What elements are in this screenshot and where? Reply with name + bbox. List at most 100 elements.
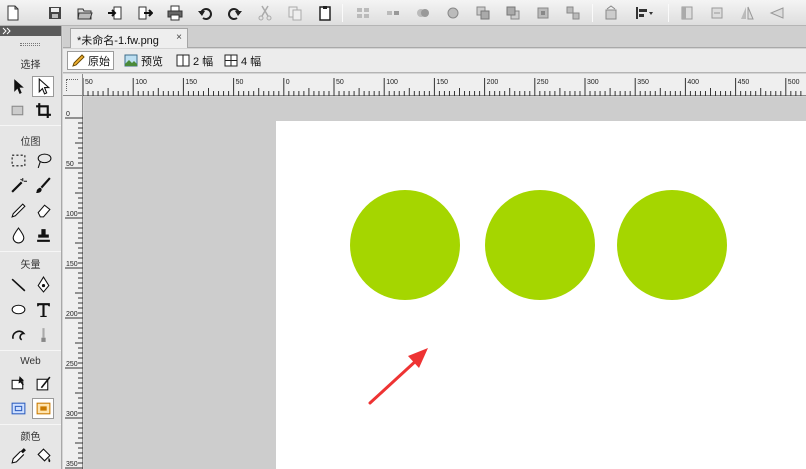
- ruler-label: 100: [66, 211, 78, 218]
- arrow-shaft: [368, 357, 420, 405]
- ruler-label: 250: [66, 361, 78, 368]
- flip-right-icon[interactable]: [676, 2, 698, 23]
- eraser-tool-icon[interactable]: [32, 200, 54, 221]
- vertical-ruler-ticks: 0 50 100 150 200 250 300 350: [65, 111, 83, 469]
- two-up-view-button[interactable]: 2 幅: [173, 51, 216, 70]
- document-tab[interactable]: *未命名-1.fw.png ×: [70, 28, 188, 48]
- ruler-label: 300: [587, 79, 599, 86]
- bring-forward-icon[interactable]: [472, 2, 494, 23]
- save-icon[interactable]: [44, 2, 66, 23]
- pen-tool-icon[interactable]: [32, 274, 54, 295]
- align-dropdown-icon[interactable]: [630, 2, 658, 23]
- ruler-label: 500: [788, 79, 800, 86]
- pasteboard[interactable]: [84, 97, 806, 469]
- cut-icon[interactable]: [254, 2, 276, 23]
- lasso-tool-icon[interactable]: [32, 150, 54, 171]
- crop-tool-icon[interactable]: [32, 100, 54, 121]
- ruler-label: 50: [236, 79, 244, 86]
- preview-view-label: 预览: [141, 55, 163, 68]
- freeform-tool-icon[interactable]: [7, 324, 29, 345]
- group-icon[interactable]: [352, 2, 374, 23]
- join-icon[interactable]: [412, 2, 434, 23]
- ungroup-icon[interactable]: [382, 2, 404, 23]
- paste-icon[interactable]: [314, 2, 336, 23]
- show-slices-icon[interactable]: [32, 398, 54, 419]
- section-web-label: Web: [20, 356, 41, 367]
- rubber-stamp-tool-icon[interactable]: [32, 225, 54, 246]
- undo-icon[interactable]: [194, 2, 216, 23]
- eyedropper-tool-icon[interactable]: [7, 445, 29, 466]
- tools-panel: 选择 位图 矢量 Web 颜色: [0, 26, 62, 469]
- red-arrow-annotation: [368, 348, 428, 405]
- panel-grip[interactable]: [20, 43, 40, 46]
- vertical-ruler[interactable]: 0 50 100 150 200 250 300 350: [63, 96, 83, 469]
- preview-image-icon: [124, 54, 138, 67]
- magic-wand-tool-icon[interactable]: [7, 175, 29, 196]
- flip-horizontal-icon[interactable]: [706, 2, 728, 23]
- tools-panel-header[interactable]: [0, 26, 61, 36]
- collapse-icon[interactable]: [2, 26, 12, 36]
- rectangle-tool-icon[interactable]: [7, 299, 29, 320]
- ruler-label: 350: [66, 461, 78, 468]
- close-icon[interactable]: ×: [176, 32, 182, 43]
- horizontal-ruler[interactable]: 50 100 150 50 0 50 100 150 200 250 300 350 400 450 500: [63, 74, 806, 96]
- preview-view-button[interactable]: 预览: [121, 51, 166, 70]
- ruler-label: 200: [66, 311, 78, 318]
- pointer-tool-icon[interactable]: [7, 76, 29, 97]
- pencil-icon: [72, 54, 85, 67]
- ruler-label: 50: [66, 161, 74, 168]
- rotate-icon[interactable]: [562, 2, 584, 23]
- redo-icon[interactable]: [224, 2, 246, 23]
- paint-bucket-tool-icon[interactable]: [32, 445, 54, 466]
- ruler-label: 150: [185, 79, 197, 86]
- ruler-origin[interactable]: [63, 74, 83, 96]
- print-icon[interactable]: [164, 2, 186, 23]
- four-up-view-button[interactable]: 4 幅: [221, 51, 264, 70]
- scale-tool-icon[interactable]: [7, 100, 29, 121]
- flip-left-icon[interactable]: [600, 2, 622, 23]
- align-icon[interactable]: [532, 2, 554, 23]
- blur-tool-icon[interactable]: [7, 225, 29, 246]
- hotspot-tool-icon[interactable]: [7, 373, 29, 394]
- knife-tool-icon[interactable]: [32, 324, 54, 345]
- brush-tool-icon[interactable]: [32, 175, 54, 196]
- section-vector-label: 矢量: [20, 260, 41, 271]
- send-backward-icon[interactable]: [502, 2, 524, 23]
- ruler-label: 0: [66, 111, 70, 118]
- import-icon[interactable]: [104, 2, 126, 23]
- flip-vertical-icon[interactable]: [766, 2, 788, 23]
- ruler-label: 50: [85, 79, 93, 86]
- ruler-label: 350: [637, 79, 649, 86]
- ruler-label: 0: [286, 79, 290, 86]
- text-tool-icon[interactable]: [32, 299, 54, 320]
- export-icon[interactable]: [134, 2, 156, 23]
- ruler-label: 250: [537, 79, 549, 86]
- ruler-label: 100: [135, 79, 147, 86]
- document-tab-title: *未命名-1.fw.png: [77, 35, 159, 47]
- split-icon[interactable]: [442, 2, 464, 23]
- ruler-label: 150: [436, 79, 448, 86]
- original-view-button[interactable]: 原始: [67, 51, 114, 70]
- marquee-tool-icon[interactable]: [7, 150, 29, 171]
- ruler-label: 400: [687, 79, 699, 86]
- horizontal-ruler-ticks: 50 100 150 50 0 50 100 150 200 250 300 350 400 450 500: [82, 78, 802, 96]
- two-up-view-label: 2 幅: [193, 55, 214, 68]
- original-view-label: 原始: [88, 55, 110, 68]
- slice-tool-icon[interactable]: [32, 373, 54, 394]
- section-colors-label: 颜色: [20, 432, 41, 443]
- copy-icon[interactable]: [284, 2, 306, 23]
- new-document-icon[interactable]: [2, 2, 24, 23]
- subselect-tool-icon[interactable]: [32, 76, 54, 97]
- ruler-label: 50: [336, 79, 344, 86]
- ruler-label: 300: [66, 411, 78, 418]
- hide-slices-icon[interactable]: [7, 398, 29, 419]
- ruler-label: 200: [487, 79, 499, 86]
- section-select-label: 选择: [20, 60, 41, 71]
- open-folder-icon[interactable]: [74, 2, 96, 23]
- view-mode-bar: 原始 预览 2 幅 4 幅: [63, 49, 806, 73]
- ruler-label: 450: [738, 79, 750, 86]
- pencil-tool-icon[interactable]: [7, 200, 29, 221]
- line-tool-icon[interactable]: [7, 274, 29, 295]
- four-up-view-label: 4 幅: [241, 55, 262, 68]
- mirror-icon[interactable]: [736, 2, 758, 23]
